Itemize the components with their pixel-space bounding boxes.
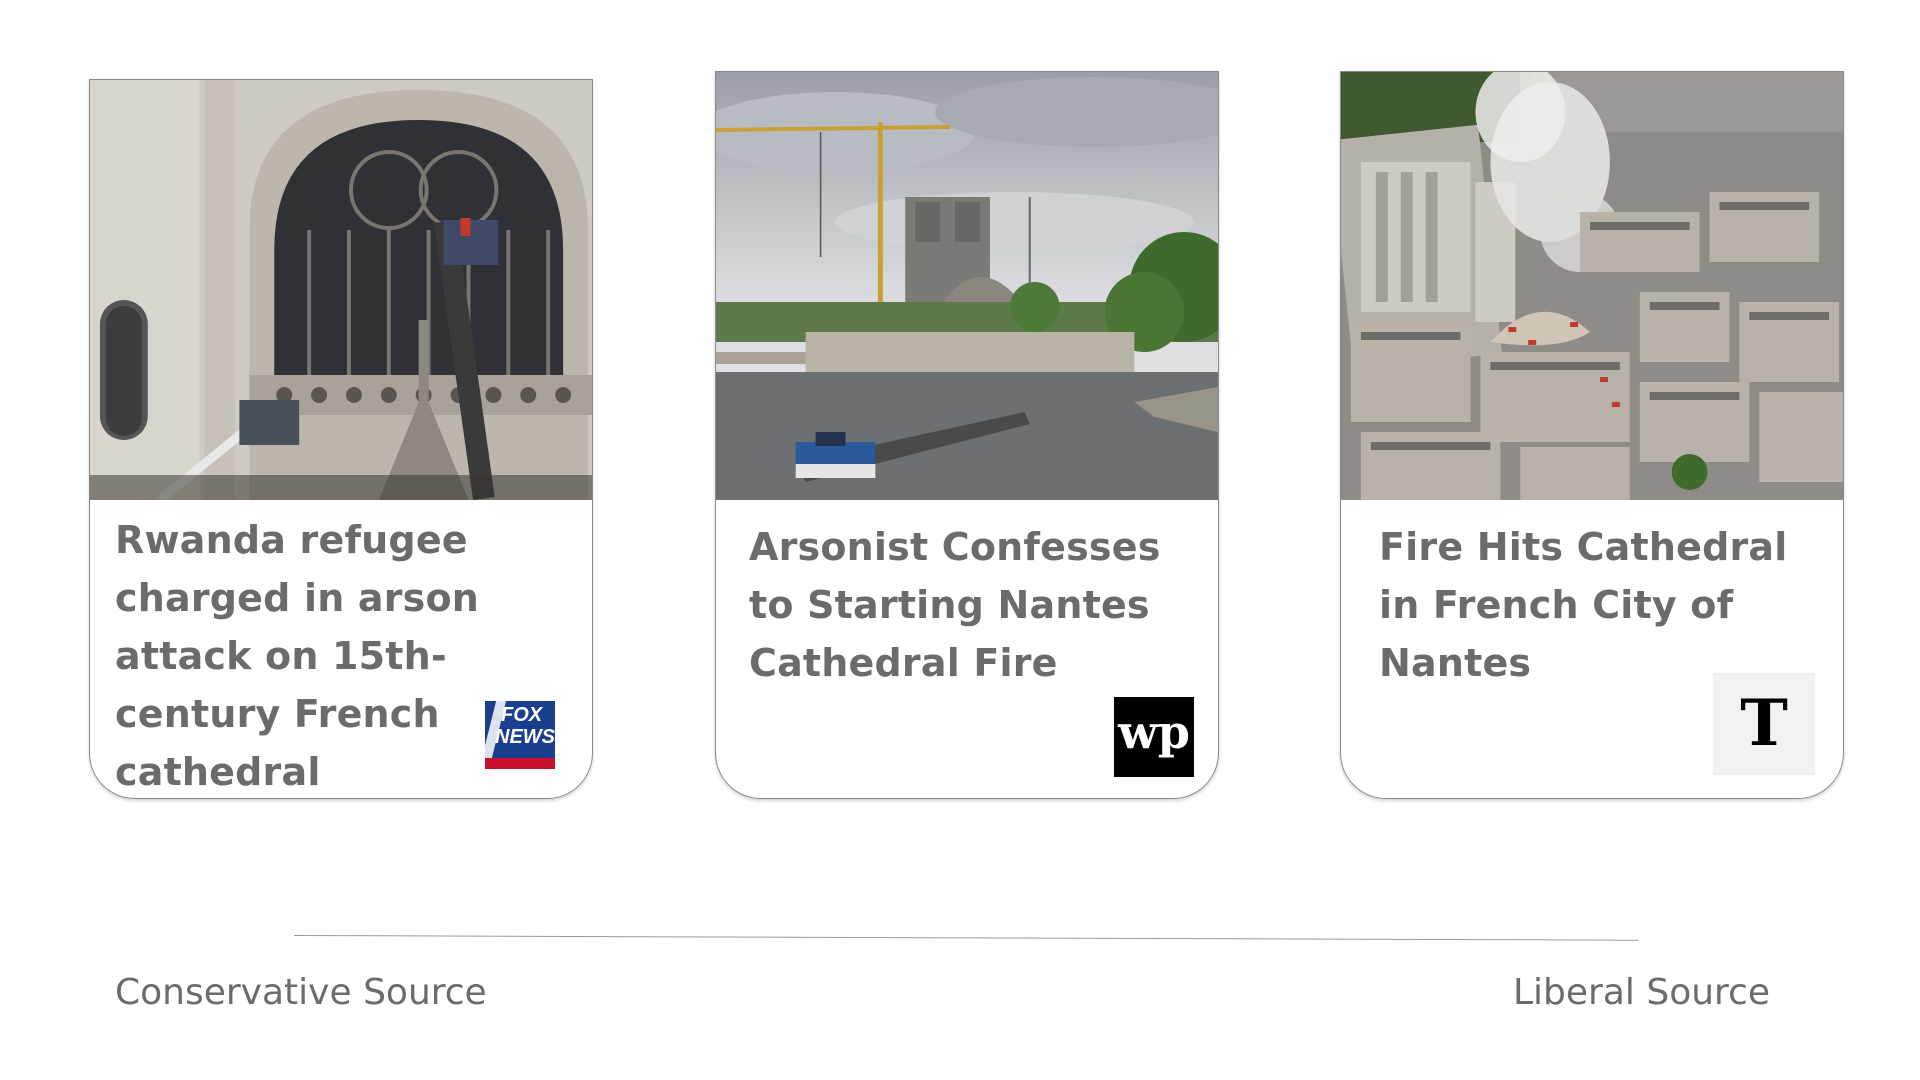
headline[interactable]: Fire Hits Cathedral in French City of Na…	[1379, 518, 1819, 692]
liberal-source-label: Liberal Source	[1513, 972, 1771, 1013]
news-card-fox[interactable]: Rwanda refugee charged in arson attack o…	[89, 79, 593, 799]
headline[interactable]: Arsonist Confesses to Starting Nantes Ca…	[749, 518, 1189, 692]
wp-logo-text: wp	[1118, 705, 1190, 759]
nyt-logo-text: T	[1740, 686, 1788, 761]
fox-news-logo: FOX NEWS	[481, 701, 555, 769]
fox-logo-line2: NEWS	[495, 726, 555, 748]
aerial-cathedral-smoke-photo	[1341, 72, 1843, 500]
notre-dame-river-crane-photo	[716, 72, 1218, 500]
fox-logo-line1: FOX	[501, 704, 543, 726]
bias-scale-line	[293, 935, 1638, 941]
conservative-source-label: Conservative Source	[115, 972, 487, 1013]
news-card-nyt[interactable]: Fire Hits Cathedral in French City of Na…	[1340, 71, 1844, 799]
news-card-wapo[interactable]: Arsonist Confesses to Starting Nantes Ca…	[715, 71, 1219, 799]
washington-post-logo: wp	[1114, 697, 1194, 777]
new-york-times-logo: T	[1713, 673, 1815, 775]
cathedral-facade-firefighters-photo	[90, 80, 592, 500]
media-bias-comparison: Rwanda refugee charged in arson attack o…	[0, 0, 1920, 1080]
